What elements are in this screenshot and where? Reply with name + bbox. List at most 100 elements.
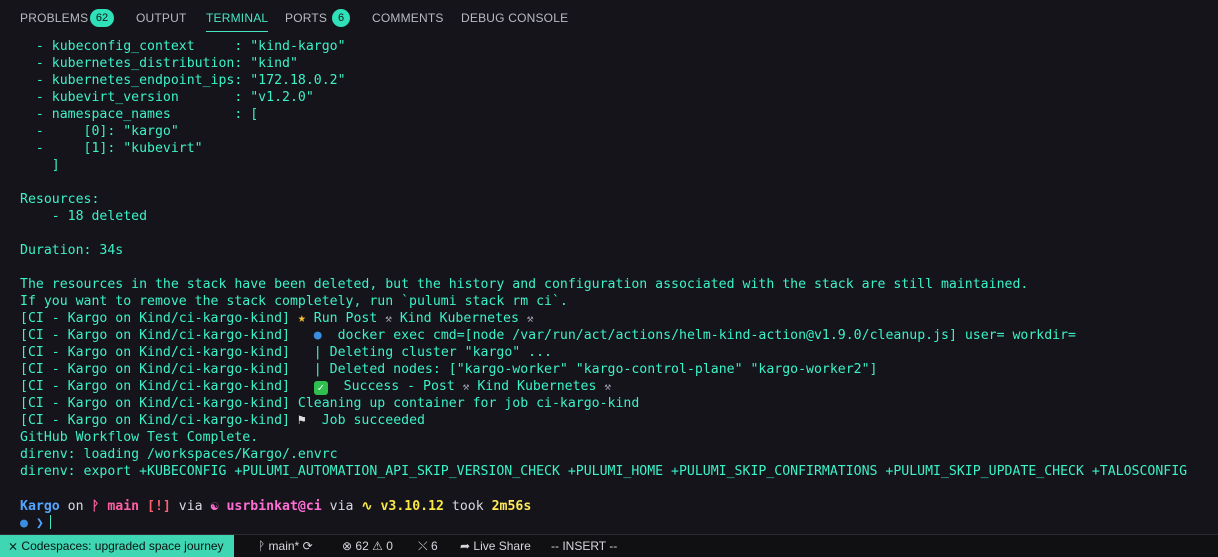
ci-job-prefix: [CI - Kargo on Kind/ci-kargo-kind] [20,413,290,428]
tab-label: OUTPUT [136,11,187,25]
terminal-line: - 18 deleted [20,209,148,224]
terminal-line: - kubernetes_endpoint_ips: "172.18.0.2" [20,73,346,88]
terminal-line: The resources in the stack have been del… [20,277,1029,292]
terminal-line: - namespace_names : [ [20,107,259,122]
terminal-line: - [0]: "kargo" [20,124,179,139]
terminal-line: direnv: loading /workspaces/Kargo/.envrc [20,447,338,462]
terminal-line: - kubeconfig_context : "kind-kargo" [20,39,346,54]
ci-log-text: Success - Post [327,379,463,394]
tab-label: PORTS [285,11,328,25]
tab-ports[interactable]: PORTS [285,0,327,36]
live-share-button[interactable]: ➦ Live Share [460,535,531,557]
terminal-output[interactable]: - kubeconfig_context : "kind-kargo" - ku… [20,38,1218,480]
ci-log-line: [CI - Kargo on Kind/ci-kargo-kind] | Del… [20,361,1218,378]
ports-status[interactable]: ⤬ 6 [418,535,438,557]
whale-icon: ● [20,516,28,531]
terminal-line: ] [20,158,60,173]
hammer-icon: ⚒ [526,312,534,325]
prompt-took: took [443,499,492,514]
ci-job-prefix: [CI - Kargo on Kind/ci-kargo-kind] [20,311,290,326]
shell-prompt: Kargo on ᚹ main [!] via ☯ usrbinkat@ci v… [20,498,531,515]
branch-name: main* [268,539,300,553]
ci-log-text: | Deleted nodes: ["kargo-worker" "kargo-… [313,362,878,377]
prompt-input-line[interactable]: ● ❯ [20,515,51,532]
ci-log-line: [CI - Kargo on Kind/ci-kargo-kind] Clean… [20,395,1218,412]
ci-log-text: Run Post [305,311,386,326]
whale-icon: ● [313,328,322,343]
tab-terminal[interactable]: TERMINAL [206,0,269,36]
terminal-line: GitHub Workflow Test Complete. [20,430,259,445]
ci-job-prefix: [CI - Kargo on Kind/ci-kargo-kind] [20,362,290,377]
sync-icon: ⟳ [302,539,313,553]
remote-indicator[interactable]: ⨯ Codespaces: upgraded space journey [0,535,234,557]
terminal-line: direnv: export +KUBECONFIG +PULUMI_AUTOM… [20,464,1188,479]
prompt-via: via [170,499,211,514]
prompt-directory: Kargo [20,499,60,514]
ci-log-line: [CI - Kargo on Kind/ci-kargo-kind] ⚑ Job… [20,412,1218,429]
live-share-icon: ➦ [460,539,471,553]
prompt-user: usrbinkat@ci [218,499,322,514]
ci-job-prefix: [CI - Kargo on Kind/ci-kargo-kind] [20,328,290,343]
problems-status[interactable]: ⊗ 62 ⚠ 0 [342,535,393,557]
error-count: 62 [355,539,369,553]
hammer-icon: ⚒ [385,312,392,325]
remote-icon: ⨯ [8,539,19,553]
ci-log-text: docker exec cmd=[node /var/run/act/actio… [321,328,1076,343]
tab-debug-console[interactable]: DEBUG CONSOLE [461,0,568,36]
ports-count: 6 [430,539,438,553]
ports-icon: ⤬ [418,539,428,553]
vim-mode: -- INSERT -- [551,539,618,553]
remote-label: Codespaces: upgraded space journey [21,539,224,553]
prompt-branch: main [99,499,140,514]
python-icon: ∿ [361,499,373,514]
terminal-cursor [49,515,51,529]
prompt-duration: 2m56s [491,499,532,514]
ci-log-text: Cleaning up container for job ci-kargo-k… [297,396,640,411]
tab-problems[interactable]: PROBLEMS [20,0,88,36]
terminal-line: - kubernetes_distribution: "kind" [20,56,298,71]
ci-log-line: [CI - Kargo on Kind/ci-kargo-kind] ● doc… [20,327,1218,344]
tab-label: TERMINAL [206,11,269,25]
terminal-line: If you want to remove the stack complete… [20,294,568,309]
git-branch-status[interactable]: ᚹ main* ⟳ [258,535,313,557]
tab-output[interactable]: OUTPUT [136,0,187,36]
hammer-icon: ⚒ [604,380,611,393]
terminal-line: - kubevirt_version : "v1.2.0" [20,90,314,105]
live-share-label: Live Share [473,539,531,553]
prompt-via: via [321,499,362,514]
terminal-line: - [1]: "kubevirt" [20,141,203,156]
flag-icon: ⚑ [297,413,306,428]
tab-label: COMMENTS [372,11,444,25]
prompt-on: on [59,499,92,514]
problems-count-badge: 62 [90,9,114,27]
ci-job-prefix: [CI - Kargo on Kind/ci-kargo-kind] [20,396,290,411]
panel-tab-bar: PROBLEMS 62 OUTPUT TERMINAL PORTS 6 COMM… [0,0,1218,36]
ci-log-line: [CI - Kargo on Kind/ci-kargo-kind] ✓ Suc… [20,378,1218,395]
ci-job-prefix: [CI - Kargo on Kind/ci-kargo-kind] [20,379,290,394]
cloud-icon: ☯ [210,499,219,514]
prompt-chevron: ❯ [35,516,44,531]
ci-log-line: [CI - Kargo on Kind/ci-kargo-kind] ★ Run… [20,310,1218,327]
check-icon: ✓ [313,381,328,395]
tab-comments[interactable]: COMMENTS [372,0,444,36]
branch-icon: ᚹ [258,539,266,553]
tab-label: PROBLEMS [20,11,89,25]
ci-log-text: Job succeeded [305,413,425,428]
tab-label: DEBUG CONSOLE [461,11,569,25]
warning-icon: ⚠ [372,539,383,553]
ci-log-text: | Deleting cluster "kargo" ... [313,345,552,360]
ports-count-badge: 6 [332,9,350,27]
error-icon: ⊗ [342,539,353,553]
ci-log-text: Kind Kubernetes [469,379,605,394]
warning-count: 0 [386,539,393,553]
terminal-line: Resources: [20,192,100,207]
